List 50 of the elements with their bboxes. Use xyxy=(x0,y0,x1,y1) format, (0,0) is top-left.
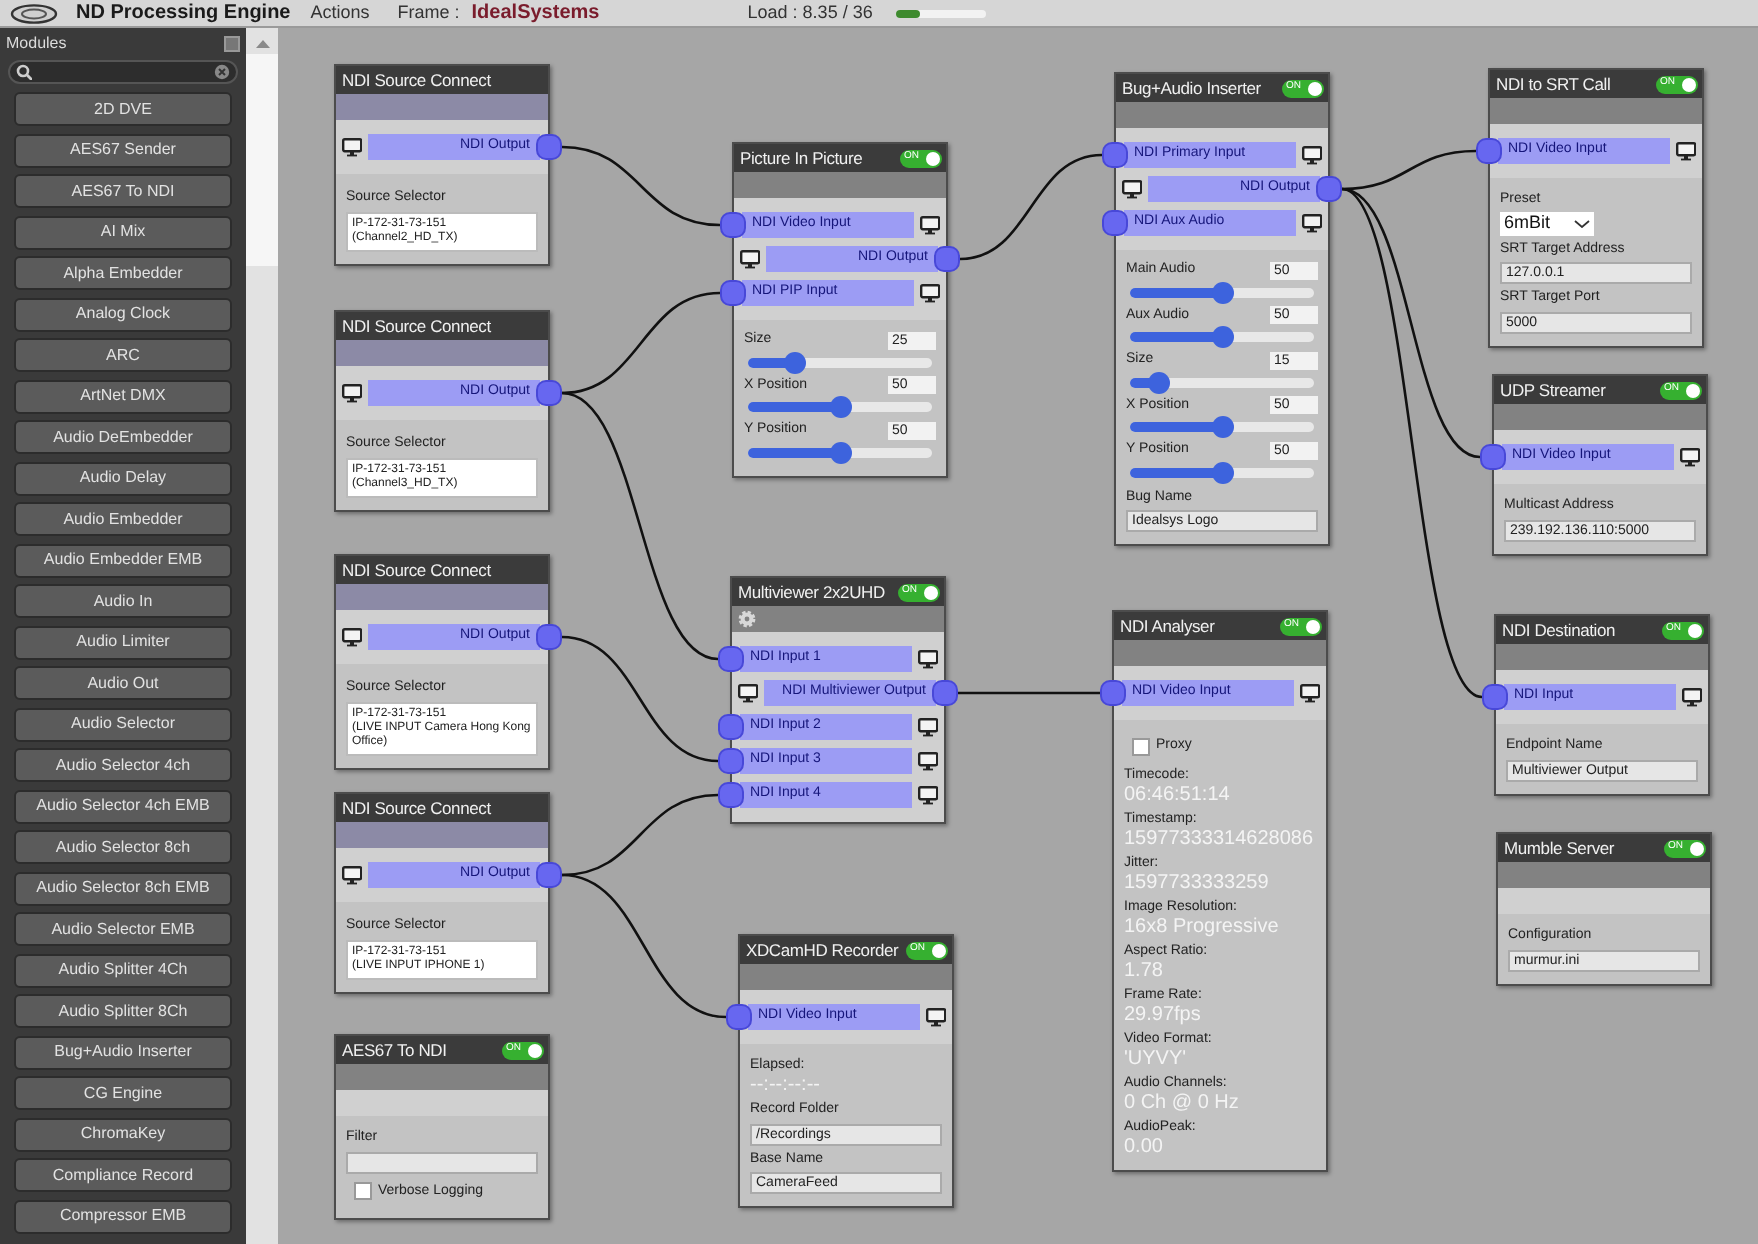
load-text: Load : 8.35 / 36 xyxy=(747,0,873,26)
node-title: AES67 To NDI xyxy=(342,1037,447,1063)
module-button[interactable]: Audio Selector 4ch EMB xyxy=(14,789,232,823)
node-title: NDI Source Connect xyxy=(342,67,491,93)
module-button[interactable]: Audio Splitter 8Ch xyxy=(14,994,232,1028)
module-button[interactable]: AES67 To NDI xyxy=(14,174,232,208)
app-title: ND Processing Engine xyxy=(76,0,291,28)
node-title: Bug+Audio Inserter xyxy=(1122,75,1261,101)
module-button[interactable]: Audio Delay xyxy=(14,461,232,495)
module-button[interactable]: ArtNet DMX xyxy=(14,379,232,413)
node-title: Picture In Picture xyxy=(740,145,863,171)
module-button[interactable]: Audio Selector EMB xyxy=(14,912,232,946)
module-button[interactable]: CG Engine xyxy=(14,1076,232,1110)
module-button[interactable]: Compliance Record xyxy=(14,1158,232,1192)
module-button[interactable]: AES67 Sender xyxy=(14,133,232,167)
module-button[interactable]: 2D DVE xyxy=(14,92,232,126)
module-button[interactable]: Audio Limiter xyxy=(14,625,232,659)
module-button[interactable]: AI Mix xyxy=(14,215,232,249)
node-title: NDI to SRT Call xyxy=(1496,71,1611,97)
module-button[interactable]: Audio Out xyxy=(14,666,232,700)
module-button[interactable]: Compressor EMB xyxy=(14,1199,232,1233)
sidebar-title: Modules xyxy=(6,32,67,56)
module-button[interactable]: ARC xyxy=(14,338,232,372)
module-button[interactable]: Audio Embedder xyxy=(14,502,232,536)
node-title: NDI Destination xyxy=(1502,617,1616,643)
module-button[interactable]: Analog Clock xyxy=(14,297,232,331)
module-button[interactable]: Alpha Embedder xyxy=(14,256,232,290)
module-button[interactable]: Audio Embedder EMB xyxy=(14,543,232,577)
node-title: XDCamHD Recorder xyxy=(746,937,899,963)
module-button[interactable]: Audio Selector 8ch xyxy=(14,830,232,864)
node-title: UDP Streamer xyxy=(1500,377,1606,403)
module-button[interactable]: Audio Selector 4ch xyxy=(14,748,232,782)
module-button[interactable]: Audio Selector xyxy=(14,707,232,741)
module-button[interactable]: Audio In xyxy=(14,584,232,618)
node-title: NDI Source Connect xyxy=(342,795,491,821)
frame-label: Frame : xyxy=(397,0,460,26)
frame-name: IdealSystems xyxy=(471,0,602,28)
node-title: Multiviewer 2x2UHD xyxy=(738,579,885,605)
node-title: NDI Source Connect xyxy=(342,557,491,583)
module-button[interactable]: Audio Splitter 4Ch xyxy=(14,953,232,987)
module-button[interactable]: ChromaKey xyxy=(14,1117,232,1151)
menu-item[interactable]: Actions xyxy=(310,0,370,27)
preset-dropdown[interactable]: 6mBit xyxy=(1500,211,1594,235)
module-button[interactable]: Audio DeEmbedder xyxy=(14,420,232,454)
stat-value: --:--:--:-- xyxy=(750,1074,822,1096)
module-button[interactable]: Audio Selector 8ch EMB xyxy=(14,871,232,905)
node-title: Mumble Server xyxy=(1504,835,1615,861)
node-title: NDI Analyser xyxy=(1120,613,1215,639)
module-button[interactable]: Bug+Audio Inserter xyxy=(14,1035,232,1069)
node-title: NDI Source Connect xyxy=(342,313,491,339)
